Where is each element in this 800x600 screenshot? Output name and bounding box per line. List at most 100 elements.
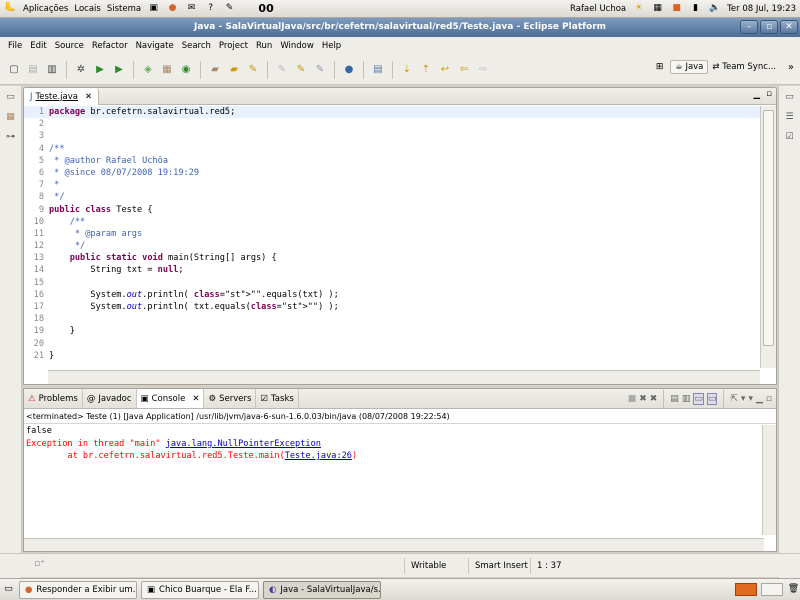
maximize-view-icon[interactable]: ▫ (766, 394, 772, 404)
toggle-mark-icon[interactable]: ✎ (274, 62, 290, 78)
show-desktop-icon[interactable]: ▭ (2, 583, 15, 596)
workspace-switcher-2[interactable] (761, 583, 783, 596)
menu-source[interactable]: Source (51, 41, 88, 51)
hierarchy-icon[interactable]: ⊶ (4, 132, 18, 146)
editor-horizontal-scrollbar[interactable] (48, 370, 760, 384)
display-console-icon[interactable]: ▾ (741, 394, 746, 404)
perspective-java[interactable]: ☕ Java (670, 60, 709, 74)
task-eclipse[interactable]: ◐ Java - SalaVirtualJava/s... (263, 580, 381, 599)
search-icon[interactable]: ✎ (245, 62, 261, 78)
next-edit-icon[interactable]: ⇣ (399, 62, 415, 78)
help-launcher-icon[interactable]: ? (204, 2, 217, 15)
package-explorer-icon[interactable]: ▦ (4, 112, 18, 126)
workspace-switcher-1[interactable] (735, 583, 757, 596)
open-console-icon[interactable]: ▾ (748, 394, 753, 404)
open-resource-icon[interactable]: ▰ (226, 62, 242, 78)
show-on-stderr-icon[interactable]: ▭ (706, 392, 718, 405)
task-music[interactable]: ▣ Chico Buarque - Ela F... (141, 580, 259, 599)
task-firefox[interactable]: ● Responder a Exibir um... (19, 580, 137, 599)
mail-launcher-icon[interactable]: ✉ (185, 2, 198, 15)
stack-trace-link[interactable]: Teste.java:26 (285, 451, 352, 461)
prev-edit-icon[interactable]: ⇡ (418, 62, 434, 78)
restore-view-icon[interactable]: ▭ (783, 92, 797, 106)
debug-icon[interactable]: ✲ (73, 62, 89, 78)
code-area[interactable]: 1 package br.cefetrn.salavirtual.red5; 2 3 4… (24, 106, 760, 368)
new-package-icon[interactable]: ▦ (159, 62, 175, 78)
open-type-icon[interactable]: ▰ (207, 62, 223, 78)
window-titlebar[interactable]: Java - SalaVirtualJava/src/br/cefetrn/sa… (0, 18, 800, 37)
tab-servers[interactable]: ⚙ Servers (204, 389, 257, 408)
menu-window[interactable]: Window (276, 41, 318, 51)
minimize-button[interactable]: – (740, 20, 758, 34)
print-icon[interactable]: ▥ (44, 62, 60, 78)
menu-refactor[interactable]: Refactor (88, 41, 132, 51)
menu-project[interactable]: Project (215, 41, 252, 51)
remove-launch-icon[interactable]: ✖ (639, 394, 647, 404)
remove-all-launches-icon[interactable]: ✖ (650, 394, 658, 404)
terminate-icon[interactable]: ■ (628, 394, 637, 404)
trash-icon[interactable]: 🗑 (787, 583, 800, 596)
menu-search[interactable]: Search (178, 41, 215, 51)
console-output[interactable]: false Exception in thread "main" java.la… (24, 425, 764, 535)
scroll-lock-icon[interactable]: ▥ (682, 394, 691, 404)
gnome-foot-icon[interactable]: 🦶 (4, 2, 17, 15)
restore-view-icon[interactable]: ▭ (4, 92, 18, 106)
save-icon[interactable]: ▤ (25, 62, 41, 78)
web-browser-icon[interactable]: ● (341, 62, 357, 78)
volume-icon[interactable]: 🔈 (708, 2, 721, 15)
close-button[interactable]: ✕ (780, 20, 798, 34)
new-java-project-icon[interactable]: ◈ (140, 62, 156, 78)
pin-console-icon[interactable]: ⇱ (730, 394, 738, 404)
perspective-team-sync[interactable]: ⇄ Team Sync... (712, 62, 776, 72)
menu-file[interactable]: File (4, 41, 26, 51)
tab-console[interactable]: ▣ Console ✕ (136, 389, 205, 408)
editor-launcher-icon[interactable]: ✎ (223, 2, 236, 15)
next-annotation-icon[interactable]: ✎ (293, 62, 309, 78)
maximize-button[interactable]: ▫ (760, 20, 778, 34)
sticky-notes-icon[interactable]: ▦ (651, 2, 664, 15)
fast-view-icon[interactable]: ▫⁺ (34, 559, 45, 569)
show-on-stdout-icon[interactable]: ▭ (693, 392, 704, 405)
menu-locais[interactable]: Locais (74, 4, 100, 14)
toolbar-overflow-chevron[interactable]: » (788, 62, 794, 73)
last-edit-icon[interactable]: ↩ (437, 62, 453, 78)
back-icon[interactable]: ⇦ (456, 62, 472, 78)
editor-tab-teste-java[interactable]: J Teste.java ✕ (24, 88, 100, 105)
tab-problems[interactable]: ⚠ Problems (24, 389, 83, 408)
clear-console-icon[interactable]: ▤ (670, 394, 679, 404)
close-tab-icon[interactable]: ✕ (85, 92, 92, 102)
menu-sistema[interactable]: Sistema (107, 4, 141, 14)
task-list-icon[interactable]: ☑ (783, 132, 797, 146)
user-name[interactable]: Rafael Uchoa (570, 4, 626, 14)
network-icon[interactable]: ▮ (689, 2, 702, 15)
terminal-launcher-icon[interactable]: ▣ (147, 2, 160, 15)
tab-javadoc[interactable]: @ Javadoc (83, 389, 137, 408)
minimize-editor-icon[interactable]: ▁ (753, 90, 760, 100)
editor-vertical-scrollbar[interactable] (760, 106, 776, 368)
scroll-thumb[interactable] (763, 110, 774, 346)
update-notifier-icon[interactable]: ■ (670, 2, 683, 15)
minimize-view-icon[interactable]: ▁ (756, 394, 763, 404)
exception-link[interactable]: java.lang.NullPointerException (166, 439, 321, 449)
open-perspective-icon[interactable]: ⊞ (653, 61, 666, 74)
tab-tasks[interactable]: ☑ Tasks (256, 389, 299, 408)
database-icon[interactable]: ▤ (370, 62, 386, 78)
menu-aplicacoes[interactable]: Aplicações (23, 4, 68, 14)
forward-icon[interactable]: ⇨ (475, 62, 491, 78)
menu-run[interactable]: Run (252, 41, 276, 51)
console-horizontal-scrollbar[interactable] (24, 538, 764, 551)
clock[interactable]: Ter 08 Jul, 19:23 (727, 4, 796, 14)
menu-help[interactable]: Help (318, 41, 345, 51)
previous-annotation-icon[interactable]: ✎ (312, 62, 328, 78)
external-tools-icon[interactable]: ▶ (111, 62, 127, 78)
new-class-icon[interactable]: ◉ (178, 62, 194, 78)
console-vertical-scrollbar[interactable] (762, 425, 776, 535)
run-icon[interactable]: ▶ (92, 62, 108, 78)
outline-icon[interactable]: ☰ (783, 112, 797, 126)
menu-edit[interactable]: Edit (26, 41, 50, 51)
menu-navigate[interactable]: Navigate (132, 41, 178, 51)
maximize-editor-icon[interactable]: ▫ (766, 89, 772, 99)
new-icon[interactable]: ▢ (6, 62, 22, 78)
close-tab-icon[interactable]: ✕ (192, 394, 199, 404)
firefox-launcher-icon[interactable]: ● (166, 2, 179, 15)
